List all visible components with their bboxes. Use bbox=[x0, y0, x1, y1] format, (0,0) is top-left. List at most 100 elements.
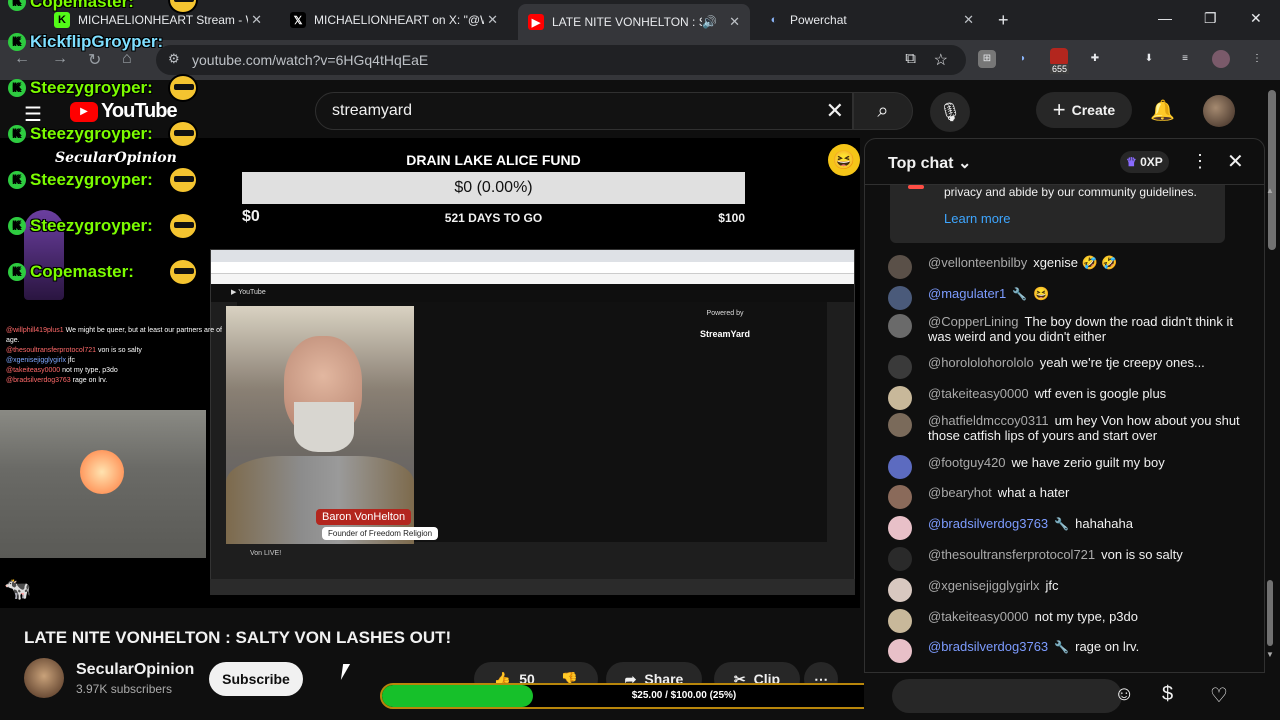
tab-michaelionheart-x[interactable]: 𝕏 MICHAELIONHEART on X: "@W ✕ bbox=[280, 6, 508, 34]
address-bar-row: ← → ↻ ⌂ ⚙ youtube.com/watch?v=6HGq4tHqEa… bbox=[0, 40, 1280, 80]
chat-author-name[interactable]: @hatfieldmccoy0311 bbox=[928, 413, 1049, 428]
chat-message-text: wtf even is google plus bbox=[1034, 386, 1167, 401]
close-tab-icon[interactable]: ✕ bbox=[729, 14, 740, 30]
forward-icon[interactable]: → bbox=[52, 50, 68, 68]
chat-author-avatar[interactable] bbox=[888, 286, 912, 310]
user-avatar[interactable] bbox=[1203, 95, 1235, 127]
profile-avatar[interactable] bbox=[1212, 50, 1230, 68]
mic-icon: 🎙 bbox=[938, 102, 962, 122]
chat-author-avatar[interactable] bbox=[888, 639, 912, 663]
chat-author-avatar[interactable] bbox=[888, 516, 912, 540]
captured-taskbar bbox=[210, 579, 855, 595]
chat-author-avatar[interactable] bbox=[888, 255, 912, 279]
speaker-icon[interactable]: 🔊 bbox=[702, 15, 717, 29]
tab-powerchat[interactable]: ◐ Powerchat ✕ bbox=[756, 6, 984, 34]
chat-message: @bearyhot what a hater bbox=[888, 485, 1240, 509]
omnibox[interactable]: ⚙ youtube.com/watch?v=6HGq4tHqEaE ⧉ ☆ bbox=[156, 45, 966, 75]
chat-author-name[interactable]: @bradsilverdog3763 bbox=[928, 516, 1048, 531]
extension-icon[interactable]: ⊞ bbox=[978, 50, 996, 68]
chat-author-avatar[interactable] bbox=[888, 386, 912, 410]
audio-extension-icon[interactable]: ◗ bbox=[1014, 50, 1032, 68]
chat-author-name[interactable]: @bearyhot bbox=[928, 485, 992, 500]
overlay-chat-line: @thesoultransferprotocol721 von is so sa… bbox=[6, 347, 142, 354]
chat-author-avatar[interactable] bbox=[888, 413, 912, 437]
voice-search-button[interactable]: 🎙 bbox=[930, 92, 970, 132]
window-close-icon[interactable]: ✕ bbox=[1250, 10, 1262, 27]
site-info-icon[interactable]: ⚙ bbox=[168, 51, 180, 67]
chat-message-text: von is so salty bbox=[1101, 547, 1183, 562]
statue-image bbox=[0, 410, 206, 558]
download-icon[interactable]: ⬇ bbox=[1140, 50, 1158, 68]
chat-message: @takeiteasy0000 not my type, p3do bbox=[888, 609, 1240, 633]
scroll-down-icon[interactable]: ▼ bbox=[1266, 650, 1274, 659]
puzzle-icon[interactable]: ✚ bbox=[1086, 50, 1104, 68]
minimize-icon[interactable]: — bbox=[1158, 10, 1172, 26]
chat-author-avatar[interactable] bbox=[888, 455, 912, 479]
scroll-up-icon[interactable]: ▲ bbox=[1266, 186, 1274, 195]
new-tab-icon[interactable]: + bbox=[998, 10, 1009, 31]
notifications-bell-icon[interactable]: 🔔 bbox=[1150, 98, 1175, 123]
tab-late-nite-vonhelton[interactable]: ▶ LATE NITE VONHELTON : SA 🔊 ✕ bbox=[518, 4, 750, 40]
chat-author-name[interactable]: @thesoultransferprotocol721 bbox=[928, 547, 1095, 562]
chat-author-name[interactable]: @takeiteasy0000 bbox=[928, 609, 1029, 624]
learn-more-link[interactable]: Learn more bbox=[944, 211, 1010, 226]
fund-widget: DRAIN LAKE ALICE FUND $0 (0.00%) $0 521 … bbox=[242, 152, 745, 225]
chat-author-name[interactable]: @CopperLining bbox=[928, 314, 1019, 329]
crown-icon: ♛ bbox=[1126, 155, 1137, 169]
chat-author-name[interactable]: @horololohorololo bbox=[928, 355, 1034, 370]
super-chat-icon[interactable]: $ bbox=[1162, 683, 1173, 706]
restore-icon[interactable]: ❐ bbox=[1204, 10, 1217, 27]
chat-author-name[interactable]: @vellonteenbilby bbox=[928, 255, 1027, 270]
chat-author-avatar[interactable] bbox=[888, 485, 912, 509]
chat-author-name[interactable]: @footguy420 bbox=[928, 455, 1006, 470]
chat-menu-icon[interactable]: ⋮ bbox=[1191, 151, 1209, 172]
clear-search-icon[interactable]: ✕ bbox=[826, 98, 844, 124]
home-icon[interactable]: ⌂ bbox=[122, 50, 132, 68]
youtube-logo[interactable]: ▶ YouTube bbox=[70, 100, 178, 123]
chat-scroll-thumb[interactable] bbox=[1267, 580, 1273, 646]
chat-author-name[interactable]: @xgenisejigglygirlx bbox=[928, 578, 1039, 593]
chat-author-avatar[interactable] bbox=[888, 578, 912, 602]
tab-michaelionheart-stream[interactable]: K MICHAELIONHEART Stream - W ✕ bbox=[44, 6, 272, 34]
hamburger-menu-icon[interactable]: ☰ bbox=[24, 102, 42, 127]
chat-message-text: 😆 bbox=[1033, 286, 1050, 301]
chat-message: @footguy420 we have zerio guilt my boy bbox=[888, 455, 1240, 479]
install-app-icon[interactable]: ⧉ bbox=[905, 50, 916, 67]
chat-message-text: rage on lrv. bbox=[1075, 639, 1140, 654]
back-icon[interactable]: ← bbox=[14, 50, 30, 68]
search-input[interactable]: streamyard ✕ bbox=[315, 92, 853, 130]
x-logo-icon: 𝕏 bbox=[290, 12, 306, 28]
search-button[interactable]: ⌕ bbox=[853, 92, 913, 130]
reading-list-icon[interactable]: ≡ bbox=[1176, 50, 1194, 68]
chat-input[interactable] bbox=[892, 679, 1122, 713]
captured-video-title: Von LIVE! bbox=[250, 550, 282, 557]
chat-author-avatar[interactable] bbox=[888, 314, 912, 338]
plus-icon: + bbox=[1052, 97, 1066, 122]
heart-icon[interactable]: ♡ bbox=[1210, 683, 1228, 708]
xp-badge[interactable]: ♛ 0XP bbox=[1120, 151, 1169, 173]
reload-icon[interactable]: ↻ bbox=[88, 50, 101, 70]
chat-author-avatar[interactable] bbox=[888, 609, 912, 633]
chat-input-bar: ☺ $ ♡ bbox=[864, 672, 1265, 720]
close-chat-icon[interactable]: ✕ bbox=[1227, 149, 1244, 174]
overlay-chat-line: @willphill419plus1 We might be queer, bu… bbox=[6, 327, 222, 344]
close-tab-icon[interactable]: ✕ bbox=[963, 12, 974, 28]
create-button[interactable]: + Create bbox=[1036, 92, 1132, 128]
chat-author-avatar[interactable] bbox=[888, 355, 912, 379]
chat-author-name[interactable]: @takeiteasy0000 bbox=[928, 386, 1029, 401]
channel-avatar[interactable] bbox=[24, 658, 64, 698]
chat-mode-dropdown[interactable]: Top chat ⌄ bbox=[888, 153, 971, 173]
subscribe-button[interactable]: Subscribe bbox=[209, 662, 303, 696]
chat-author-name[interactable]: @magulater1 bbox=[928, 286, 1006, 301]
chat-author-avatar[interactable] bbox=[888, 547, 912, 571]
close-tab-icon[interactable]: ✕ bbox=[487, 12, 498, 28]
bookmark-star-icon[interactable]: ☆ bbox=[934, 50, 948, 70]
fund-progress-bar: $0 (0.00%) bbox=[242, 172, 745, 204]
chat-message-text: hahahaha bbox=[1075, 516, 1133, 531]
channel-name[interactable]: SecularOpinion bbox=[76, 661, 194, 679]
close-tab-icon[interactable]: ✕ bbox=[251, 12, 262, 28]
emoji-icon[interactable]: ☺ bbox=[1114, 683, 1134, 706]
menu-dots-icon[interactable]: ⋮ bbox=[1248, 50, 1266, 68]
chat-scrollbar[interactable]: ▲ ▼ bbox=[1266, 186, 1274, 660]
chat-author-name[interactable]: @bradsilverdog3763 bbox=[928, 639, 1048, 654]
